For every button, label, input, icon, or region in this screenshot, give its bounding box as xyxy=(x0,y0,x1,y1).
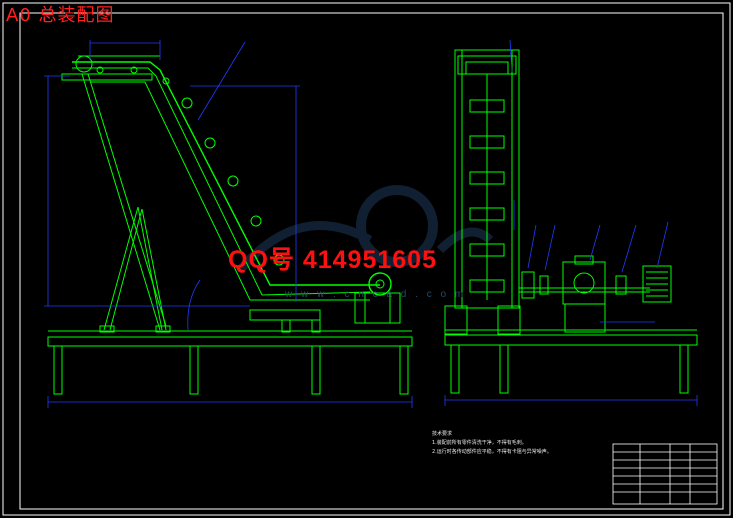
technical-requirements: 技术要求 1.装配前所有零件清洗干净，不得有毛刺。 2.运行时各传动部件应平稳，… xyxy=(432,430,552,457)
side-view xyxy=(444,49,698,394)
side-view-dimensions xyxy=(444,39,698,406)
technical-requirement-item: 1.装配前所有零件清洗干净，不得有毛刺。 xyxy=(432,440,527,446)
technical-requirements-heading: 技术要求 xyxy=(432,431,453,437)
drawing-title: A0 总装配图 xyxy=(6,5,115,26)
title-block xyxy=(612,443,718,505)
technical-requirement-item: 2.运行时各传动部件应平稳，不得有卡阻与异常噪声。 xyxy=(432,449,552,455)
site-watermark: w w w . c n c a d . c o m xyxy=(285,289,467,300)
qq-watermark: QQ号 414951605 xyxy=(228,246,437,274)
cad-drawing-sheet: A0 总装配图 w w w . c n c a d . c o m QQ号 41… xyxy=(0,0,733,518)
